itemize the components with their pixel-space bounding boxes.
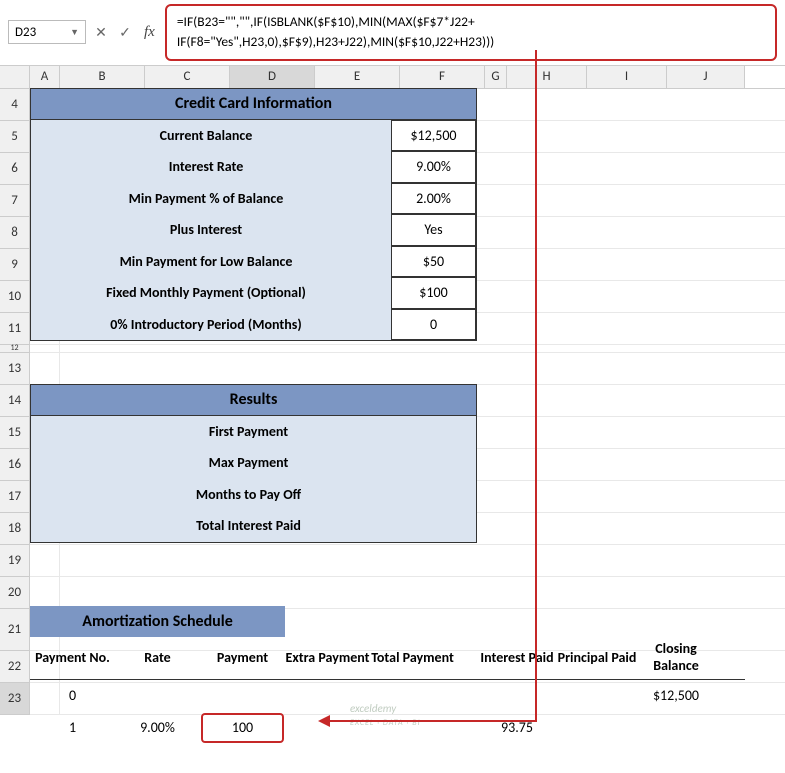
row-header[interactable]: 13 bbox=[0, 353, 30, 385]
row-header[interactable]: 23 bbox=[0, 683, 30, 715]
sched-header: Extra Payment bbox=[285, 650, 370, 667]
col-header-A[interactable]: A bbox=[30, 66, 60, 88]
sched-header: Interest Paid bbox=[477, 650, 557, 667]
info-label: 0% Introductory Period (Months) bbox=[31, 316, 391, 333]
info-value[interactable]: 0 bbox=[391, 309, 476, 341]
info-value[interactable]: 2.00% bbox=[391, 183, 476, 215]
col-header-D[interactable]: D bbox=[230, 66, 315, 88]
row-header[interactable]: 4 bbox=[0, 89, 30, 121]
info-label: Plus Interest bbox=[31, 221, 391, 238]
section-title: Results bbox=[31, 385, 476, 416]
formula-bar[interactable]: =IF(B23="","",IF(ISBLANK($F$10),MIN(MAX(… bbox=[165, 4, 777, 61]
row-header[interactable]: 22 bbox=[0, 651, 30, 683]
row-header[interactable]: 19 bbox=[0, 545, 30, 577]
name-box-value: D23 bbox=[15, 25, 36, 40]
row-header[interactable]: 14 bbox=[0, 385, 30, 417]
row-header[interactable]: 5 bbox=[0, 121, 30, 153]
payment-cell-D23[interactable]: 100 bbox=[200, 713, 285, 743]
payment-no-cell[interactable]: 1 bbox=[30, 719, 115, 736]
fx-icon[interactable]: fx bbox=[144, 24, 155, 41]
schedule-row: 0 $12,500 bbox=[30, 680, 745, 712]
results-section: Results First Payment Max Payment Months… bbox=[30, 384, 477, 543]
row-header[interactable]: 16 bbox=[0, 449, 30, 481]
formula-text-2: IF(F8="Yes",H23,0),$F$9),H23+J22),MIN($F… bbox=[177, 33, 494, 50]
row-header[interactable]: 9 bbox=[0, 249, 30, 281]
row-header[interactable]: 11 bbox=[0, 313, 30, 345]
info-label: Total Interest Paid bbox=[31, 517, 476, 534]
rate-cell[interactable]: 9.00% bbox=[115, 719, 200, 736]
info-label: Current Balance bbox=[31, 127, 391, 144]
active-cell-highlight: 100 bbox=[201, 713, 284, 743]
sched-header: Principal Paid bbox=[557, 650, 637, 667]
toolbar: D23 ▼ ✕ ✓ fx =IF(B23="","",IF(ISBLANK($F… bbox=[0, 0, 785, 66]
info-label: Interest Rate bbox=[31, 158, 391, 175]
arrow-head-icon bbox=[318, 715, 330, 727]
info-label: First Payment bbox=[31, 423, 476, 440]
row-header[interactable]: 8 bbox=[0, 217, 30, 249]
info-value[interactable]: $50 bbox=[391, 246, 476, 278]
column-headers: A B C D E F G H I J bbox=[0, 66, 785, 89]
info-label: Min Payment for Low Balance bbox=[31, 253, 391, 270]
annotation-arrow bbox=[330, 720, 537, 722]
schedule-headers: Payment No. Rate Payment Extra Payment T… bbox=[30, 638, 745, 680]
col-header-B[interactable]: B bbox=[60, 66, 145, 88]
annotation-arrow bbox=[535, 50, 537, 720]
col-header-C[interactable]: C bbox=[145, 66, 230, 88]
row-header[interactable]: 10 bbox=[0, 281, 30, 313]
closing-balance-cell[interactable]: $12,500 bbox=[637, 687, 715, 704]
formula-text-1: =IF(B23="","",IF(ISBLANK($F$10),MIN(MAX(… bbox=[177, 13, 475, 30]
sched-header: Rate bbox=[115, 650, 200, 667]
sched-header: Payment bbox=[200, 650, 285, 667]
row-header[interactable]: 12 bbox=[0, 345, 30, 353]
col-header-G[interactable]: G bbox=[485, 66, 507, 88]
sched-header: Closing Balance bbox=[637, 641, 715, 675]
cancel-icon[interactable]: ✕ bbox=[92, 23, 110, 41]
row-header[interactable]: 15 bbox=[0, 417, 30, 449]
row-header[interactable]: 21 bbox=[0, 609, 30, 651]
info-label: Months to Pay Off bbox=[31, 486, 476, 503]
col-header-I[interactable]: I bbox=[587, 66, 667, 88]
col-header-H[interactable]: H bbox=[507, 66, 587, 88]
row-header[interactable]: 20 bbox=[0, 577, 30, 609]
row-header[interactable]: 6 bbox=[0, 153, 30, 185]
info-value[interactable]: $100 bbox=[391, 277, 476, 309]
name-box[interactable]: D23 ▼ bbox=[8, 20, 86, 44]
row-header[interactable]: 17 bbox=[0, 481, 30, 513]
chevron-down-icon[interactable]: ▼ bbox=[70, 27, 79, 38]
section-title: Credit Card Information bbox=[31, 89, 476, 120]
info-value[interactable]: $12,500 bbox=[391, 120, 476, 152]
sched-header: Payment No. bbox=[30, 650, 115, 667]
info-label: Min Payment % of Balance bbox=[31, 190, 391, 207]
col-header-F[interactable]: F bbox=[400, 66, 485, 88]
select-all-corner[interactable] bbox=[0, 66, 30, 88]
info-value[interactable]: Yes bbox=[391, 214, 476, 246]
row-header[interactable]: 18 bbox=[0, 513, 30, 545]
amortization-title: Amortization Schedule bbox=[30, 606, 285, 637]
info-label: Max Payment bbox=[31, 454, 476, 471]
sched-header: Total Payment bbox=[370, 650, 455, 667]
col-header-J[interactable]: J bbox=[667, 66, 745, 88]
col-header-E[interactable]: E bbox=[315, 66, 400, 88]
row-header[interactable]: 7 bbox=[0, 185, 30, 217]
credit-card-info-section: Credit Card Information Current Balance$… bbox=[30, 88, 477, 342]
schedule-row: 1 9.00% 100 93.75 bbox=[30, 712, 745, 744]
info-label: Fixed Monthly Payment (Optional) bbox=[31, 284, 391, 301]
spreadsheet-grid: A B C D E F G H I J 4 5 6 7 8 9 10 11 12… bbox=[0, 66, 785, 715]
accept-icon[interactable]: ✓ bbox=[116, 23, 134, 41]
payment-no-cell[interactable]: 0 bbox=[30, 687, 115, 704]
info-value[interactable]: 9.00% bbox=[391, 151, 476, 183]
